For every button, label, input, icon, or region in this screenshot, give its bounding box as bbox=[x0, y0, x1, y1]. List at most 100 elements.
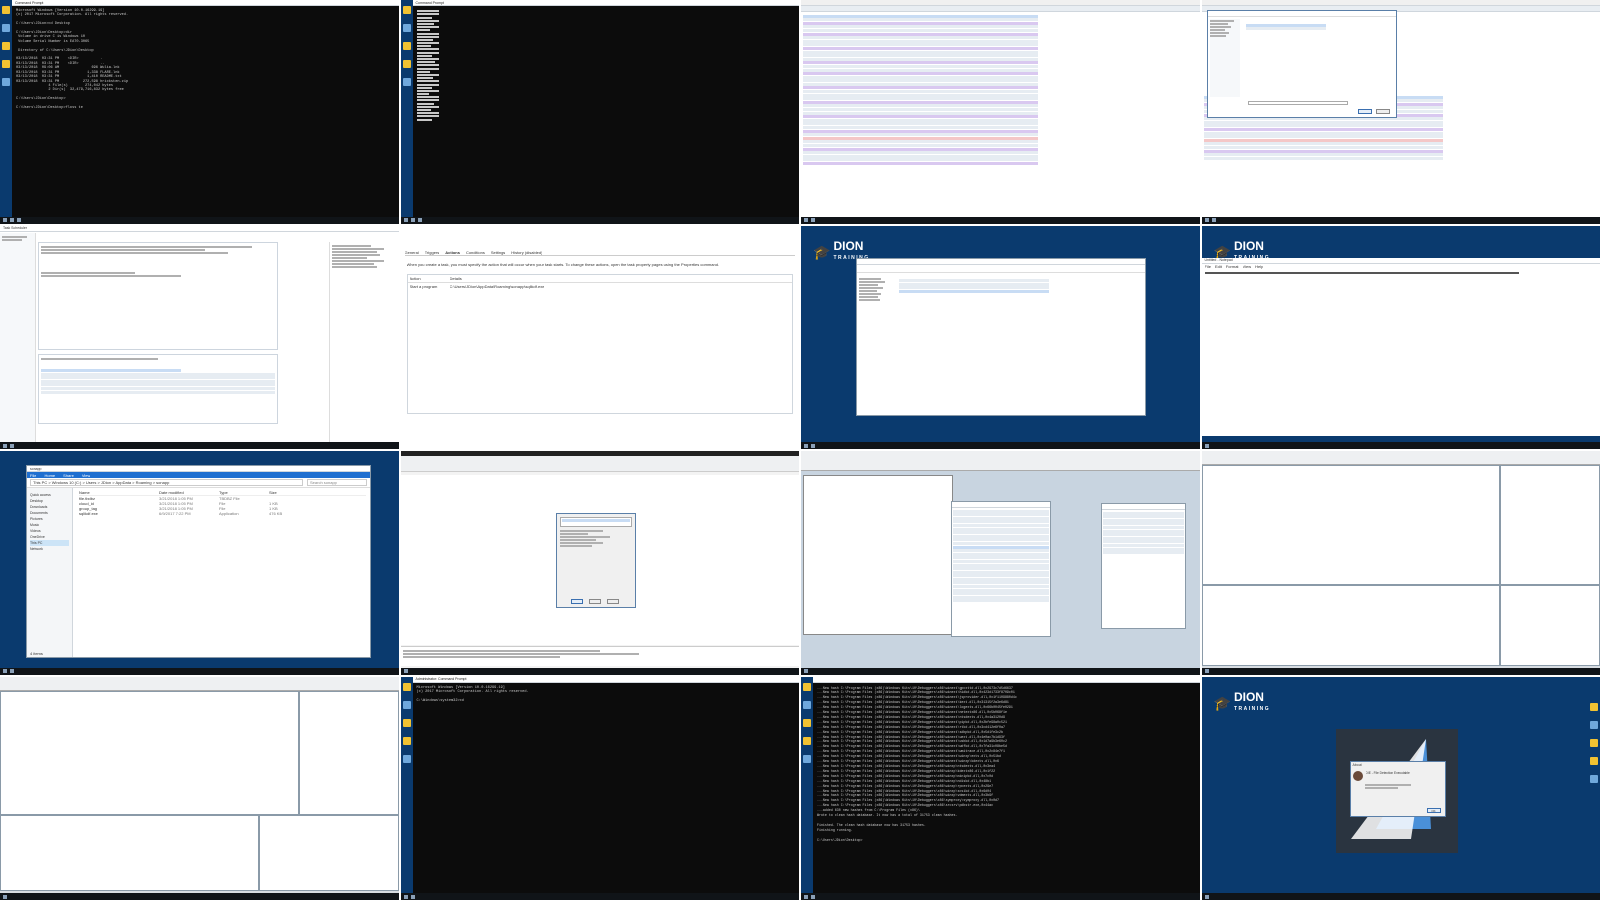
tab-triggers[interactable]: Triggers bbox=[425, 250, 440, 255]
file-row[interactable]: sqlikdf.exe 6/9/2017 7:22 PM Application… bbox=[79, 511, 366, 516]
cpu-window[interactable] bbox=[0, 690, 299, 815]
file-date: 6/9/2017 7:22 PM bbox=[159, 511, 191, 516]
start-icon[interactable] bbox=[403, 894, 408, 899]
scheduler-title: Task Scheduler bbox=[0, 225, 399, 232]
tile-cmd-dir: Command Prompt Microsoft Windows [Versio… bbox=[0, 0, 399, 224]
explorer-icon[interactable] bbox=[17, 218, 21, 222]
start-icon[interactable] bbox=[3, 443, 7, 448]
cmd-output: Microsoft Windows [Version 10.0.16299.19… bbox=[416, 685, 529, 703]
tile-debugger-modules bbox=[801, 451, 1200, 675]
search-icon[interactable] bbox=[811, 894, 815, 899]
menu-edit[interactable]: Edit bbox=[1215, 264, 1222, 269]
dialog-cancel-button[interactable] bbox=[1375, 109, 1390, 114]
explorer-icon[interactable] bbox=[417, 218, 422, 222]
search-icon[interactable] bbox=[811, 443, 815, 448]
ribbon-file[interactable]: File bbox=[30, 473, 36, 478]
start-icon[interactable] bbox=[804, 894, 808, 899]
about-ok-button[interactable]: OK bbox=[1426, 807, 1441, 813]
explorer-window[interactable] bbox=[856, 257, 1146, 416]
col-size[interactable]: Size bbox=[269, 490, 299, 495]
cmd-listing bbox=[413, 6, 443, 125]
start-icon[interactable] bbox=[804, 669, 808, 673]
col-name[interactable]: Name bbox=[79, 490, 159, 495]
start-icon[interactable] bbox=[804, 218, 808, 222]
search-icon[interactable] bbox=[10, 218, 14, 222]
registers-pane[interactable] bbox=[1500, 465, 1600, 585]
save-dialog[interactable] bbox=[1206, 10, 1397, 118]
strings-window[interactable] bbox=[1101, 503, 1186, 629]
notepad-window[interactable]: Untitled - Notepad File Edit Format View… bbox=[1201, 257, 1600, 436]
ribbon-share[interactable]: Share bbox=[63, 473, 74, 478]
dialog-help-button[interactable] bbox=[606, 599, 619, 604]
tab-history[interactable]: History (disabled) bbox=[511, 250, 542, 255]
dialog-save-button[interactable] bbox=[1357, 109, 1372, 114]
address-bar[interactable]: This PC > Windows 10 (C:) > Users > JDio… bbox=[30, 479, 303, 486]
taskbar bbox=[0, 442, 399, 449]
loader-list[interactable] bbox=[559, 517, 632, 527]
cmd-window[interactable]: Command Prompt Microsoft Windows [Versio… bbox=[12, 0, 399, 217]
task-scheduler-window[interactable]: Task Scheduler bbox=[0, 225, 399, 442]
explorer-window[interactable]: sonapp File Home Share View This PC > Wi… bbox=[26, 465, 371, 658]
start-icon[interactable] bbox=[403, 218, 408, 222]
start-icon[interactable] bbox=[1204, 218, 1209, 222]
search-icon[interactable] bbox=[10, 443, 14, 448]
col-date[interactable]: Date modified bbox=[159, 490, 219, 495]
ribbon-home[interactable]: Home bbox=[44, 473, 55, 478]
start-icon[interactable] bbox=[1204, 894, 1209, 899]
explorer-ribbon bbox=[857, 264, 1145, 273]
ribbon-view[interactable]: View bbox=[82, 473, 91, 478]
dump-pane[interactable] bbox=[0, 814, 260, 891]
load-file-dialog[interactable] bbox=[555, 513, 636, 608]
olly-toolbar bbox=[1201, 451, 1600, 465]
search-icon[interactable] bbox=[1211, 218, 1216, 222]
task-tabs: General Triggers Actions Conditions Sett… bbox=[404, 250, 795, 256]
search-box[interactable]: Search sonapp bbox=[307, 479, 367, 486]
cmd-output: Microsoft Windows [Version 10.0.16299.19… bbox=[16, 9, 129, 110]
col-type[interactable]: Type bbox=[219, 490, 269, 495]
tab-actions[interactable]: Actions bbox=[445, 250, 460, 255]
search-icon[interactable] bbox=[410, 218, 415, 222]
start-icon[interactable] bbox=[3, 669, 7, 673]
notepad-text[interactable] bbox=[1202, 269, 1600, 277]
start-icon[interactable] bbox=[403, 669, 408, 673]
tab-general[interactable]: General bbox=[405, 250, 419, 255]
menu-help[interactable]: Help bbox=[1255, 264, 1263, 269]
tile-explorer-sonapp: sonapp File Home Share View This PC > Wi… bbox=[0, 451, 399, 675]
start-icon[interactable] bbox=[3, 218, 7, 222]
start-icon[interactable] bbox=[3, 894, 7, 899]
start-icon[interactable] bbox=[1204, 669, 1209, 673]
cmd-window[interactable]: ...New hash C:\Program Files (x86)\Windo… bbox=[813, 676, 1200, 893]
desktop-icons bbox=[400, 676, 413, 893]
about-dialog[interactable]: About DIE - File Detection Executable OK bbox=[1349, 760, 1446, 817]
filename-field[interactable] bbox=[1247, 101, 1348, 105]
video-thumbnail-grid: Command Prompt Microsoft Windows [Versio… bbox=[0, 0, 1600, 900]
start-icon[interactable] bbox=[1204, 443, 1209, 448]
registers-pane[interactable] bbox=[298, 690, 399, 815]
menu-file[interactable]: File bbox=[1205, 264, 1211, 269]
tab-settings[interactable]: Settings bbox=[491, 250, 505, 255]
search-icon[interactable] bbox=[10, 669, 14, 673]
debugger-toolbar bbox=[801, 451, 1200, 471]
start-icon[interactable] bbox=[804, 443, 808, 448]
cpu-window[interactable] bbox=[1201, 465, 1501, 585]
modules-window[interactable] bbox=[951, 501, 1051, 637]
debugger-cpu-pane[interactable] bbox=[803, 475, 953, 635]
actions-row[interactable]: Start a program C:\Users\JDion\AppData\R… bbox=[408, 283, 793, 290]
menu-view[interactable]: View bbox=[1243, 264, 1252, 269]
menu-format[interactable]: Format bbox=[1226, 264, 1239, 269]
stack-pane[interactable] bbox=[259, 814, 399, 891]
tab-conditions[interactable]: Conditions bbox=[466, 250, 485, 255]
procmon-window[interactable] bbox=[801, 0, 1200, 217]
search-icon[interactable] bbox=[410, 894, 415, 899]
row-action: Start a program bbox=[409, 283, 438, 289]
cmd-window[interactable]: Administrator: Command Prompt Microsoft … bbox=[412, 676, 799, 893]
dialog-cancel-button[interactable] bbox=[588, 599, 601, 604]
cmd-output: ...New hash C:\Program Files (x86)\Windo… bbox=[817, 685, 1017, 842]
strings-list bbox=[1102, 510, 1185, 556]
search-icon[interactable] bbox=[811, 218, 815, 222]
cmd-window[interactable]: Command Prompt bbox=[412, 0, 799, 217]
stack-pane[interactable] bbox=[1500, 585, 1600, 666]
dialog-ok-button[interactable] bbox=[570, 599, 583, 604]
dump-pane[interactable] bbox=[1201, 585, 1501, 666]
nav-network[interactable]: Network bbox=[30, 546, 69, 552]
